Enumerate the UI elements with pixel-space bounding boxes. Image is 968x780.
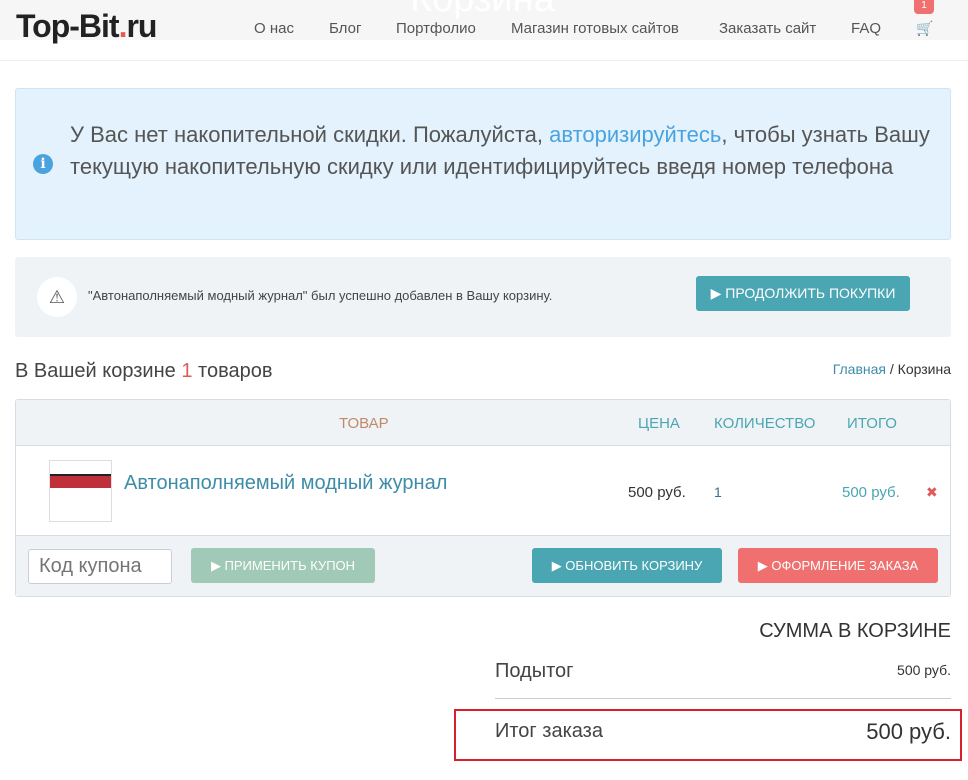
info-text: У Вас нет накопительной скидки. Пожалуйс…	[70, 119, 940, 183]
col-total: ИТОГО	[847, 415, 897, 432]
subtotal-value: 500 руб.	[897, 662, 951, 678]
product-price: 500 руб.	[628, 484, 686, 501]
notice-message: "Автонаполняемый модный журнал" был успе…	[88, 288, 553, 303]
highlight-box	[454, 709, 962, 761]
product-name[interactable]: Автонаполняемый модный журнал	[124, 472, 447, 495]
logo-main: Top-Bit	[16, 8, 120, 44]
col-qty: КОЛИЧЕСТВО	[714, 415, 816, 432]
totals-title: СУММА В КОРЗИНЕ	[759, 620, 951, 642]
checkout-button[interactable]: ▶ ОФОРМЛЕНИЕ ЗАКАЗА	[738, 548, 938, 583]
count-suffix: товаров	[192, 360, 273, 382]
col-product: ТОВАР	[339, 415, 389, 432]
added-notice: ⚠ "Автонаполняемый модный журнал" был ус…	[15, 257, 951, 337]
nav-order[interactable]: Заказать сайт	[719, 20, 816, 37]
breadcrumb-sep: /	[886, 361, 898, 377]
product-qty[interactable]: 1	[714, 484, 722, 500]
nav-about[interactable]: О нас	[254, 20, 294, 37]
page-title: Корзина	[410, 0, 555, 21]
continue-shopping-button[interactable]: ▶ ПРОДОЛЖИТЬ ПОКУПКИ	[696, 276, 910, 311]
table-header: ТОВАР ЦЕНА КОЛИЧЕСТВО ИТОГО	[16, 400, 950, 446]
count-number: 1	[181, 360, 193, 382]
discount-info: i У Вас нет накопительной скидки. Пожалу…	[15, 88, 951, 240]
divider	[0, 60, 968, 61]
warning-icon: ⚠	[37, 277, 77, 317]
update-cart-button[interactable]: ▶ ОБНОВИТЬ КОРЗИНУ	[532, 548, 722, 583]
logo[interactable]: Top-Bit.ru	[16, 8, 157, 45]
product-thumbnail[interactable]	[49, 460, 112, 522]
nav-blog[interactable]: Блог	[329, 20, 361, 37]
cart-table: ТОВАР ЦЕНА КОЛИЧЕСТВО ИТОГО Автонаполняе…	[15, 399, 951, 597]
count-prefix: В Вашей корзине	[15, 360, 182, 382]
nav-portfolio[interactable]: Портфолио	[396, 20, 476, 37]
login-link[interactable]: авторизируйтесь	[549, 122, 721, 147]
remove-icon[interactable]: ✖	[926, 484, 938, 501]
info-text-1: У Вас нет накопительной скидки. Пожалуйс…	[70, 122, 550, 147]
cart-count: В Вашей корзине 1 товаров	[15, 360, 272, 383]
col-price: ЦЕНА	[638, 415, 680, 432]
breadcrumb-home[interactable]: Главная	[833, 361, 886, 377]
cart-icon[interactable]: 🛒	[916, 20, 933, 37]
cart-badge: 1	[914, 0, 934, 14]
breadcrumb: Главная / Корзина	[833, 361, 951, 377]
info-icon: i	[33, 154, 53, 174]
nav-shop[interactable]: Магазин готовых сайтов	[511, 20, 679, 37]
logo-tld: ru	[126, 8, 157, 44]
product-total: 500 руб.	[842, 484, 900, 501]
coupon-input[interactable]	[28, 549, 172, 584]
apply-coupon-button[interactable]: ▶ ПРИМЕНИТЬ КУПОН	[191, 548, 375, 583]
nav-faq[interactable]: FAQ	[851, 20, 881, 37]
breadcrumb-current: Корзина	[897, 361, 951, 377]
subtotal-label: Подытог	[495, 660, 574, 682]
divider	[495, 698, 951, 699]
table-footer: ▶ ПРИМЕНИТЬ КУПОН ▶ ОБНОВИТЬ КОРЗИНУ ▶ О…	[16, 535, 950, 596]
